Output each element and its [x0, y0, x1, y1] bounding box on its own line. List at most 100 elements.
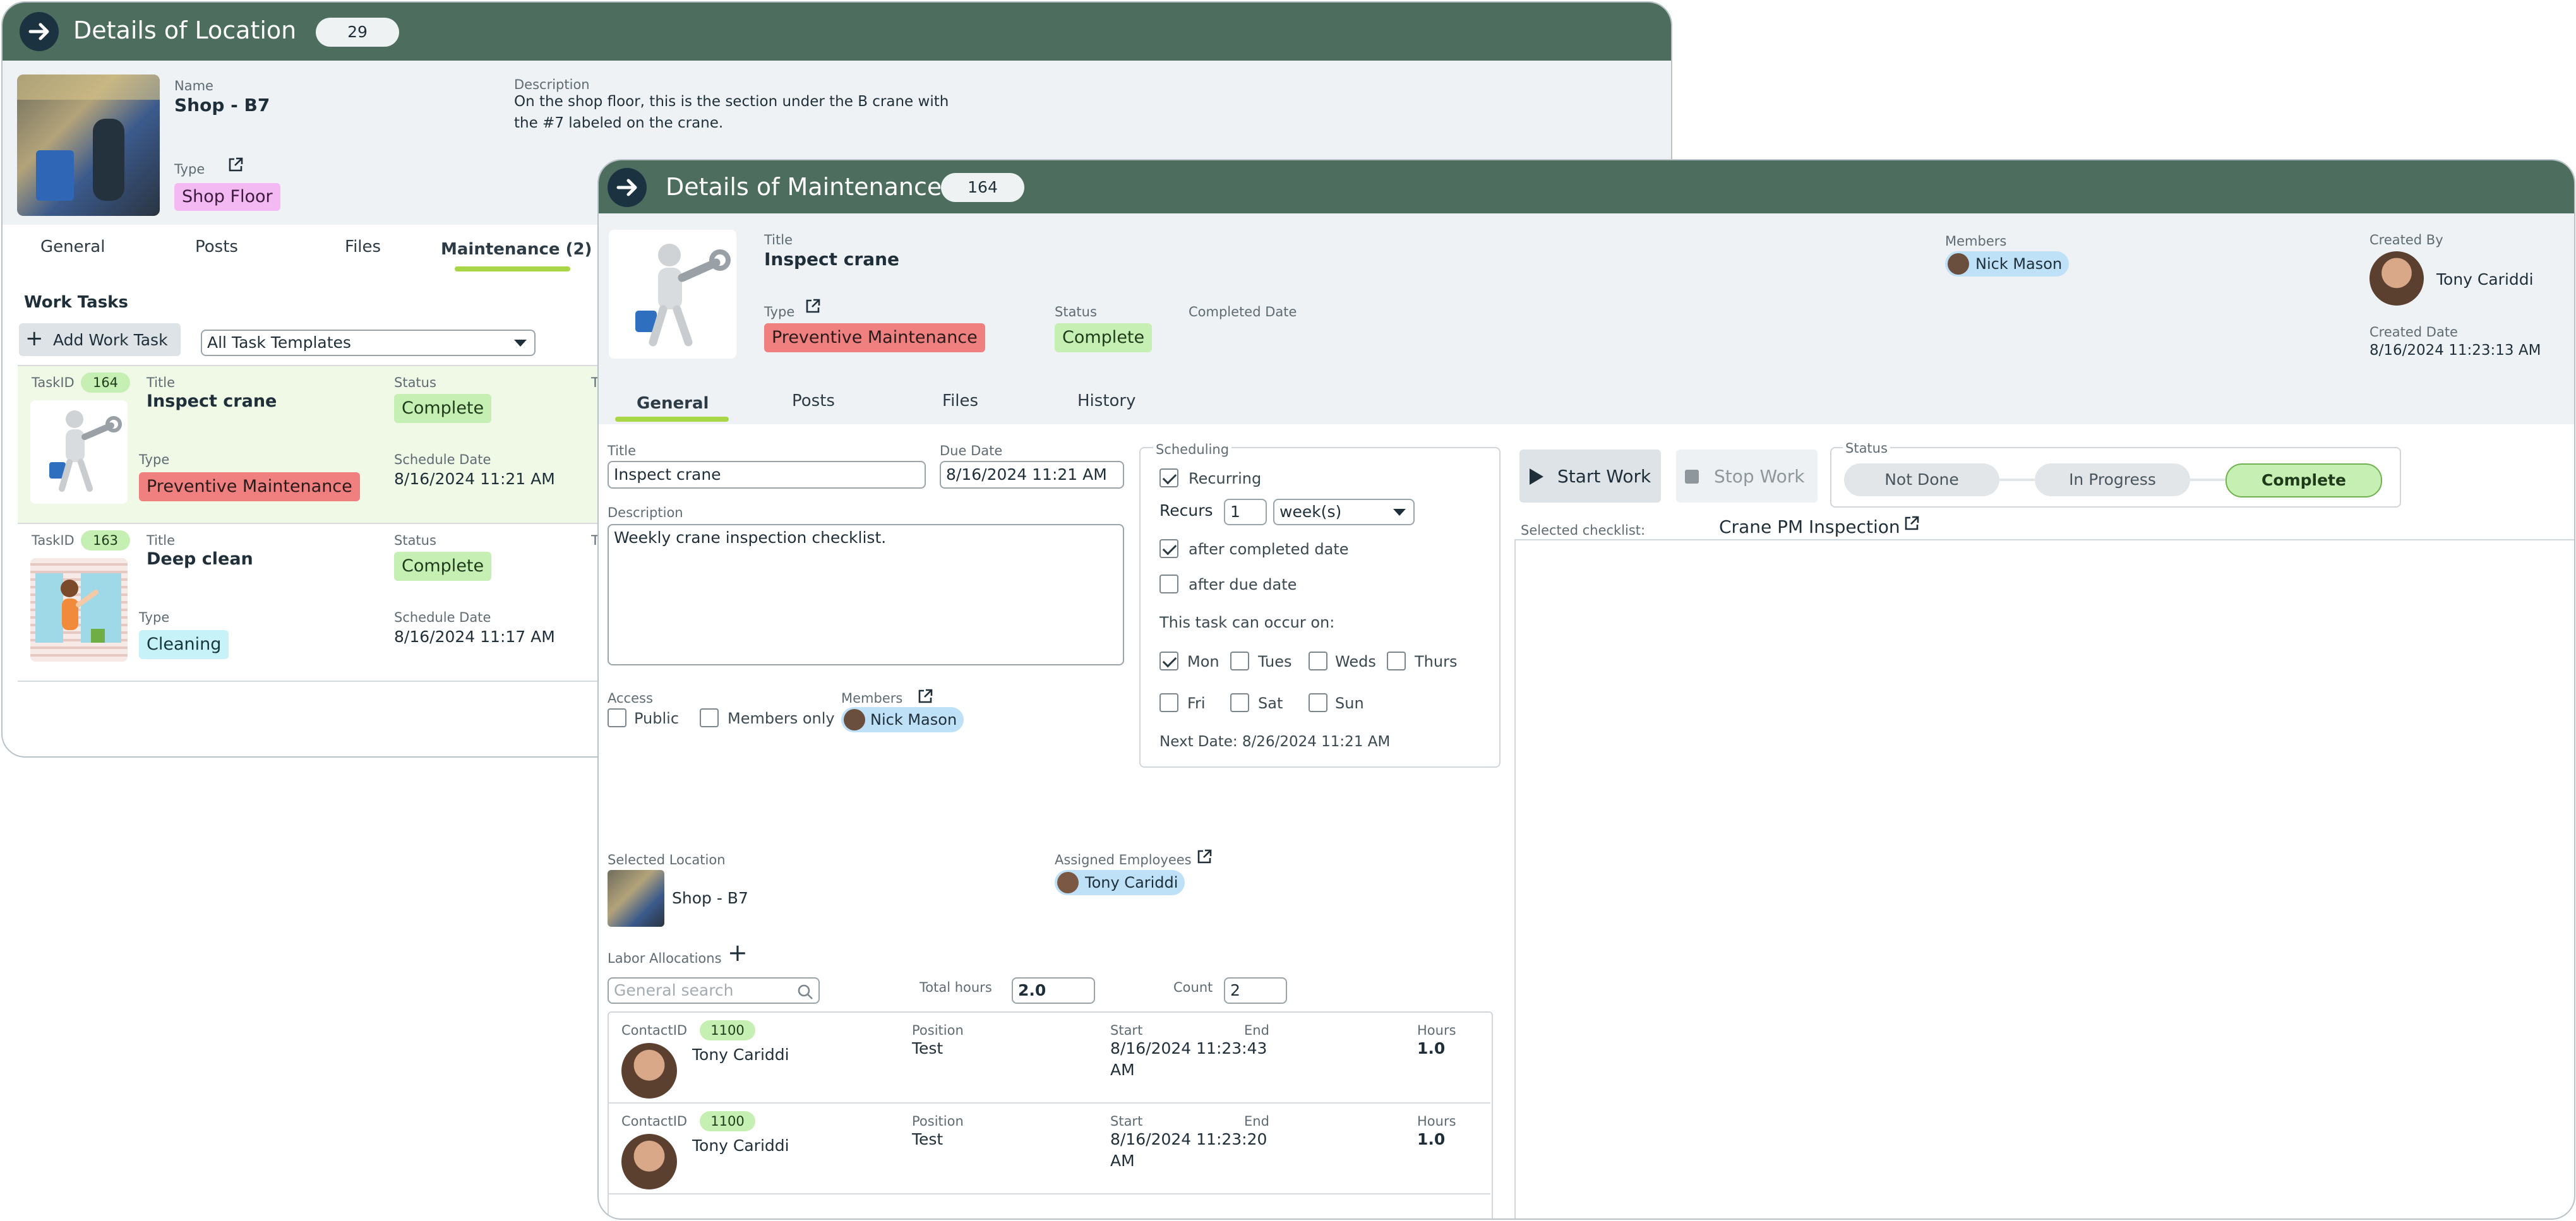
after-completed-checkbox[interactable]: [1159, 539, 1178, 558]
location-description-line1: On the shop floor, this is the section u…: [514, 93, 949, 110]
created-date-label: Created Date: [2369, 325, 2458, 340]
task-title: Inspect crane: [147, 391, 277, 411]
day-checkbox-fri[interactable]: [1159, 693, 1178, 712]
task-row[interactable]: TaskID 163 Title Deep clean Type Cleanin…: [18, 523, 605, 682]
stop-work-label: Stop Work: [1714, 466, 1805, 487]
add-labor-icon[interactable]: +: [728, 941, 748, 965]
avatar: [1057, 872, 1079, 893]
after-due-checkbox[interactable]: [1159, 575, 1178, 593]
tab-location-maintenance[interactable]: Maintenance (2): [441, 240, 592, 259]
created-date: 8/16/2024 11:23:13 AM: [2369, 342, 2541, 359]
recurs-period-select[interactable]: week(s): [1273, 499, 1415, 525]
selected-checklist-name[interactable]: Crane PM Inspection: [1719, 516, 1900, 537]
public-checkbox[interactable]: [608, 708, 626, 727]
members-only-checkbox[interactable]: [700, 708, 719, 727]
contactid-badge: 1100: [700, 1111, 755, 1131]
position-value: Test: [912, 1039, 944, 1057]
external-link-icon[interactable]: [227, 157, 244, 173]
status-step-in-progress[interactable]: In Progress: [2035, 463, 2190, 496]
open-maintenance-button[interactable]: [608, 168, 647, 207]
maintenance-window-title: Details of Maintenance: [666, 173, 942, 201]
schedule-date-label: Schedule Date: [394, 610, 491, 625]
task-status-badge: Complete: [394, 394, 492, 423]
tab-maintenance-posts[interactable]: Posts: [792, 391, 835, 410]
arrow-right-icon: [616, 179, 637, 196]
arrow-right-icon: [28, 23, 49, 40]
labor-search-input[interactable]: General search: [608, 977, 820, 1004]
external-link-icon[interactable]: [805, 298, 821, 314]
selected-checklist-label: Selected checklist:: [1521, 523, 1646, 538]
start-work-button[interactable]: Start Work: [1519, 450, 1661, 503]
tab-maintenance-general[interactable]: General: [637, 394, 709, 413]
position-value: Test: [912, 1130, 944, 1148]
day-checkbox-sun[interactable]: [1309, 693, 1327, 712]
add-work-task-button[interactable]: + Add Work Task: [19, 323, 181, 356]
external-link-icon[interactable]: [1903, 515, 1920, 532]
open-location-button[interactable]: [20, 12, 59, 51]
description-textarea[interactable]: Weekly crane inspection checklist.: [608, 524, 1124, 665]
plus-icon: +: [25, 326, 44, 351]
recurs-interval-input[interactable]: 1: [1224, 499, 1267, 525]
location-window-title: Details of Location: [73, 16, 297, 44]
after-due-label: after due date: [1189, 576, 1297, 593]
position-label: Position: [912, 1023, 964, 1038]
hours-value: 1.0: [1417, 1039, 1446, 1057]
work-tasks-heading: Work Tasks: [24, 293, 128, 312]
external-link-icon[interactable]: [917, 688, 933, 705]
form-member-chip[interactable]: Nick Mason: [841, 707, 964, 732]
stop-work-button[interactable]: Stop Work: [1676, 450, 1818, 503]
table-row[interactable]: ContactID 1100 Tony Cariddi Position Tes…: [609, 1013, 1490, 1104]
start-work-label: Start Work: [1557, 466, 1651, 487]
day-checkbox-mon[interactable]: [1159, 652, 1178, 670]
maintenance-header: Details of Maintenance 164: [599, 160, 2574, 213]
cleaning-task-image: [30, 558, 128, 662]
contact-name: Tony Cariddi: [692, 1045, 789, 1064]
day-label-thurs: Thurs: [1415, 653, 1458, 670]
day-checkbox-tues[interactable]: [1230, 652, 1249, 670]
maintenance-members-label: Members: [1945, 234, 2007, 249]
day-checkbox-thurs[interactable]: [1387, 652, 1406, 670]
labor-search-placeholder: General search: [614, 981, 734, 999]
member-name: Nick Mason: [870, 711, 957, 729]
day-checkbox-sat[interactable]: [1230, 693, 1249, 712]
due-date-input[interactable]: 8/16/2024 11:21 AM: [940, 461, 1124, 489]
mechanic-wrench-illustration: [49, 410, 122, 492]
checklist-viewer[interactable]: [1514, 539, 2574, 1218]
end-label: End: [1244, 1114, 1269, 1129]
tab-maintenance-history[interactable]: History: [1077, 391, 1136, 410]
day-label-mon: Mon: [1187, 653, 1219, 670]
tab-location-files[interactable]: Files: [345, 237, 381, 256]
avatar: [621, 1043, 677, 1099]
tab-location-general[interactable]: General: [40, 237, 105, 256]
maintenance-window: Details of Maintenance 164 Title Inspect…: [597, 159, 2575, 1220]
maintenance-member-chip[interactable]: Nick Mason: [1945, 251, 2069, 277]
assigned-employee-chip[interactable]: Tony Cariddi: [1055, 870, 1185, 895]
location-count-badge: 29: [316, 18, 399, 47]
external-link-icon[interactable]: [1196, 849, 1213, 865]
status-step-not-done[interactable]: Not Done: [1844, 463, 1999, 496]
recurs-period-value: week(s): [1279, 503, 1342, 521]
task-row[interactable]: TaskID 164 Title Inspect crane Type Prev…: [18, 365, 605, 523]
location-photo: [17, 74, 160, 216]
task-status-badge: Complete: [394, 552, 492, 581]
recurring-checkbox[interactable]: [1159, 468, 1178, 487]
start-value: 8/16/2024 11:23:20: [1110, 1130, 1267, 1148]
add-work-task-label: Add Work Task: [53, 331, 168, 349]
end-label: End: [1244, 1023, 1269, 1038]
location-type-label: Type: [174, 162, 205, 177]
tab-location-posts[interactable]: Posts: [195, 237, 238, 256]
selected-location-label: Selected Location: [608, 852, 726, 867]
contactid-label: ContactID: [621, 1023, 688, 1038]
day-label-weds: Weds: [1335, 653, 1376, 670]
maintenance-info-panel: Title Inspect crane Type Preventive Main…: [599, 213, 2574, 424]
day-checkbox-weds[interactable]: [1309, 652, 1327, 670]
maintenance-task-title: Inspect crane: [764, 249, 900, 270]
table-row[interactable]: ContactID 1100 Tony Cariddi Position Tes…: [609, 1104, 1490, 1194]
title-label: Title: [147, 533, 176, 548]
task-template-select[interactable]: All Task Templates: [201, 330, 536, 356]
status-step-complete[interactable]: Complete: [2226, 463, 2382, 497]
title-input[interactable]: Inspect crane: [608, 461, 926, 489]
tab-maintenance-files[interactable]: Files: [942, 391, 978, 410]
location-header: Details of Location 29: [3, 3, 1671, 61]
status-label: Status: [394, 533, 436, 548]
